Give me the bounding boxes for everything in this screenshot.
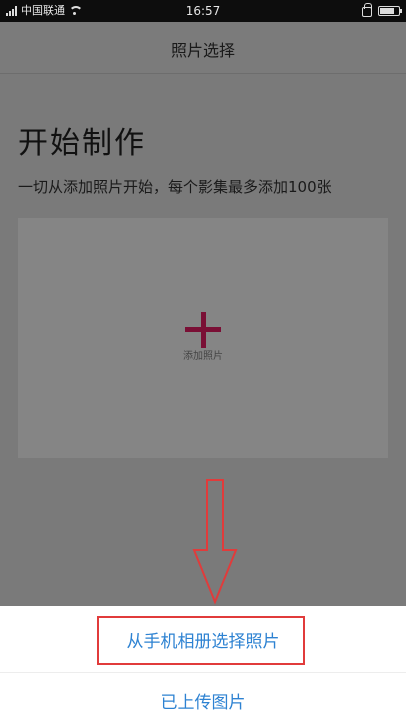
page-heading: 开始制作 [18,126,146,161]
status-time: 16:57 [185,4,221,18]
status-right [362,0,402,22]
battery-fill [380,8,395,14]
status-bar: 中国联通 16:57 [0,0,406,22]
add-photo-label: 添加照片 [183,351,223,362]
bottom-sheet: 从手机相册选择照片 已上传图片 [0,606,406,720]
battery-icon [378,6,402,16]
page-subtitle: 一切从添加照片开始，每个影集最多添加100张 [18,178,332,196]
arrow-down-icon [192,479,238,605]
screen: 中国联通 16:57 照片选择 开始制作 一切从添加照片开始，每个影集最多添加1… [0,0,406,720]
lock-icon [362,3,372,17]
uploaded-images-button[interactable]: 已上传图片 [0,688,406,713]
sheet-divider [0,672,406,673]
page-title: 照片选择 [170,41,235,60]
add-photo-box[interactable]: 添加照片 [18,218,388,458]
choose-from-album-button[interactable]: 从手机相册选择照片 [0,627,406,652]
nav-bar: 照片选择 [0,22,406,74]
plus-icon [185,312,221,348]
